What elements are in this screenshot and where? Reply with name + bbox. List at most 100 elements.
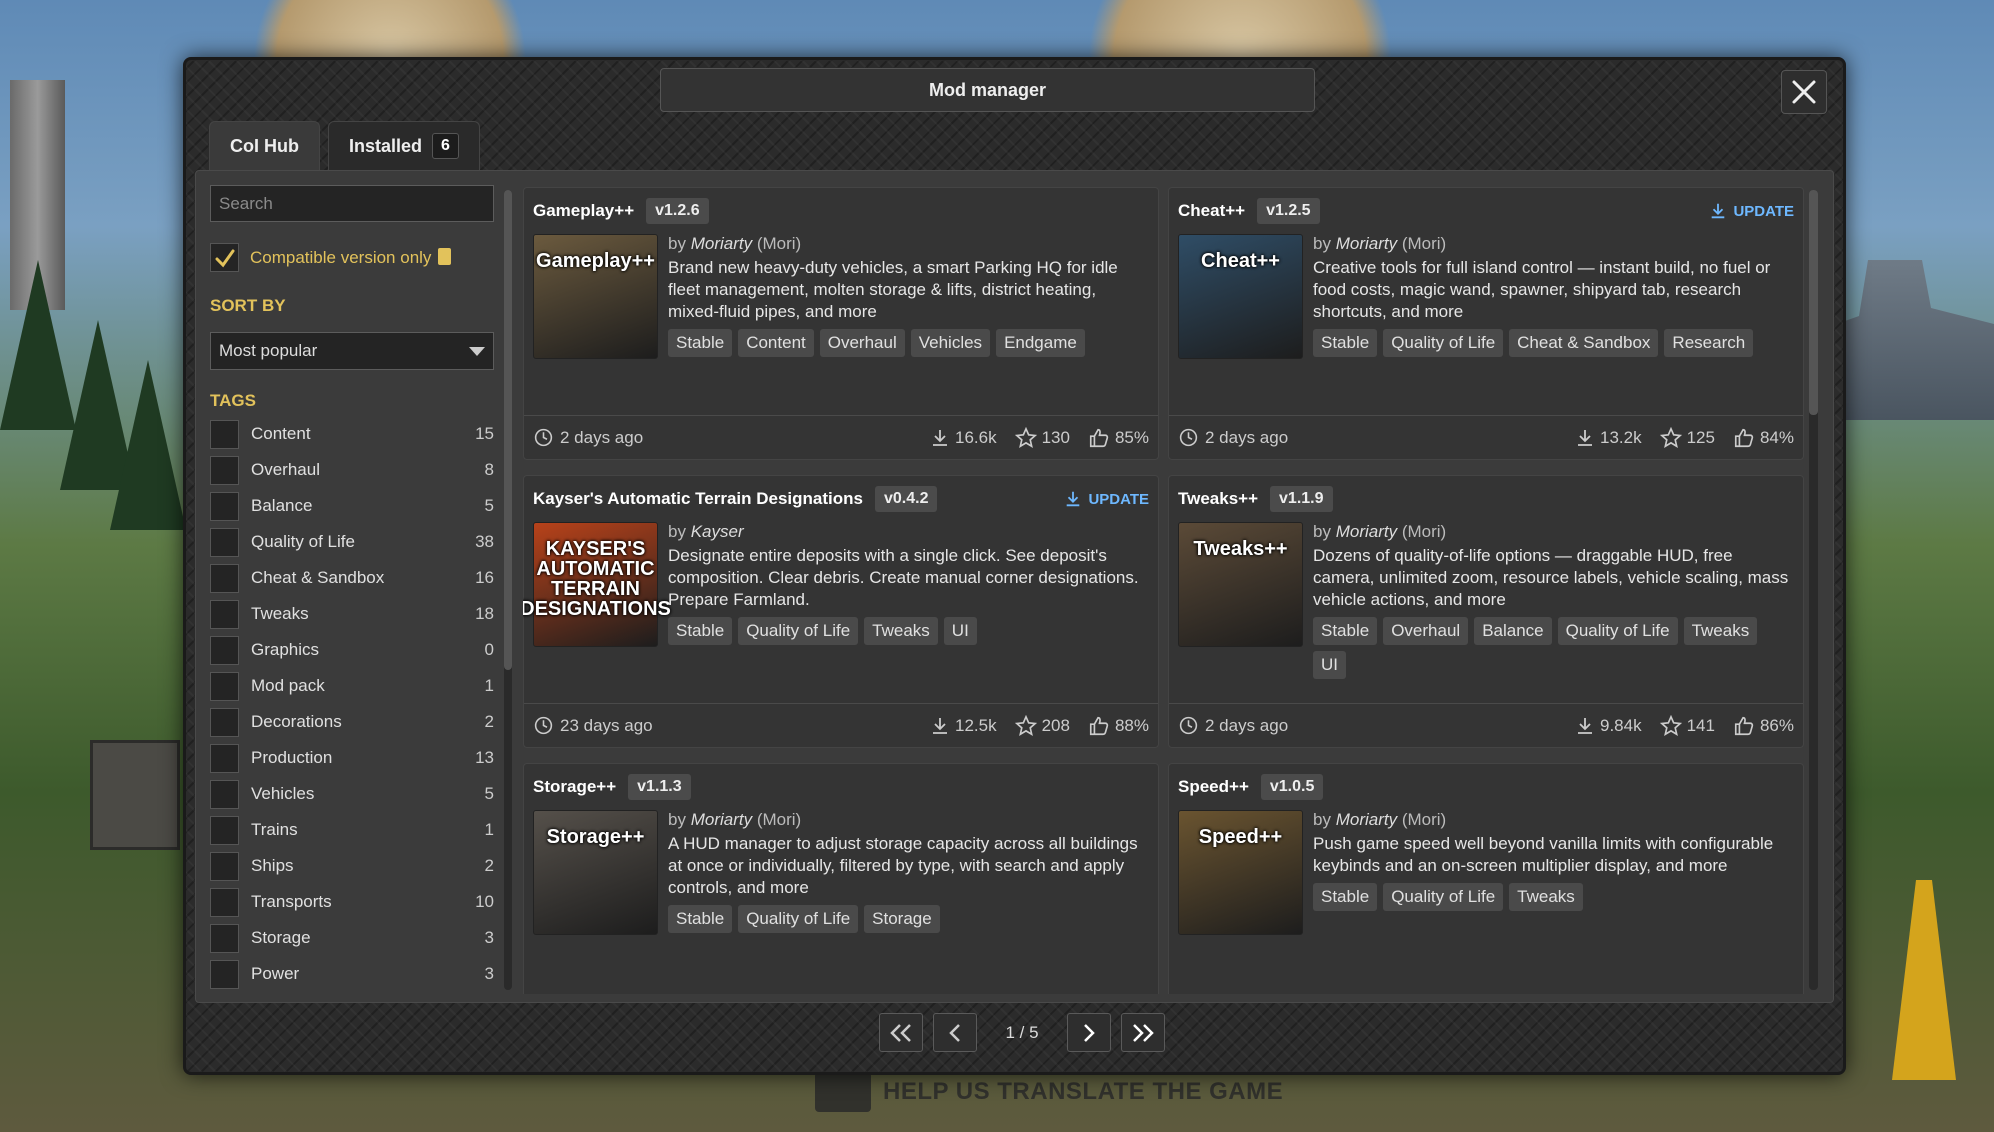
mod-title: Speed++	[1178, 777, 1249, 796]
sort-dropdown[interactable]: Most popular	[210, 332, 494, 370]
mod-info: by Moriarty (Mori) Dozens of quality-of-l…	[1313, 522, 1794, 679]
tag-checkbox[interactable]	[210, 959, 239, 989]
sidebar-scroll-thumb[interactable]	[504, 190, 512, 670]
tag-filter-row[interactable]: Power 3	[210, 956, 494, 992]
mod-tags: Stable Overhaul Balance Quality of Life Twea…	[1313, 617, 1794, 679]
compatible-version-toggle[interactable]: Compatible version only	[210, 243, 452, 272]
next-page-button[interactable]	[1067, 1013, 1111, 1052]
tag-filter-row[interactable]: Content 15	[210, 416, 494, 452]
tag-filter-row[interactable]: Production 13	[210, 740, 494, 776]
mod-stars: 208	[1041, 715, 1070, 735]
mod-tags: Stable Content Overhaul Vehicles Endgame	[668, 329, 1149, 357]
tag-checkbox[interactable]	[210, 599, 239, 629]
tag-checkbox[interactable]	[210, 455, 239, 485]
download-icon	[1578, 429, 1592, 446]
tag-filter-row[interactable]: Graphics 0	[210, 632, 494, 668]
mod-description: A HUD manager to adjust storage capacity…	[668, 834, 1138, 897]
mod-tag-chip: Tweaks	[864, 617, 938, 645]
tab-installed[interactable]: Installed 6	[328, 121, 480, 170]
search-input[interactable]	[210, 185, 494, 222]
mod-tag-chip: Stable	[668, 617, 733, 645]
help-translate-banner[interactable]: HELP US TRANSLATE THE GAME	[815, 1072, 1283, 1112]
mod-card[interactable]: Speed++ v1.0.5 Speed++ by Moriarty (Mori) Pu…	[1168, 763, 1804, 994]
clock-icon	[1179, 716, 1198, 735]
chevron-left-icon	[949, 1023, 960, 1042]
tab-coi-hub[interactable]: CoI Hub	[209, 121, 320, 170]
mod-card[interactable]: Storage++ v1.1.3 Storage++ by Moriarty (Mor…	[523, 763, 1159, 994]
mod-thumbnail-text: Cheat++	[1201, 250, 1280, 272]
cards-scrollbar[interactable]	[1809, 190, 1818, 990]
info-icon[interactable]	[438, 247, 452, 265]
tag-filter-row[interactable]: Decorations 2	[210, 704, 494, 740]
mod-version-badge: v1.1.9	[1270, 486, 1333, 512]
tag-name: Transports	[251, 892, 332, 911]
prev-page-button[interactable]	[933, 1013, 977, 1052]
tag-checkbox[interactable]	[210, 671, 239, 701]
mod-thumbnail-text: Gameplay++	[536, 250, 655, 272]
mod-tag-chip: Stable	[668, 905, 733, 933]
tag-filter-row[interactable]: Trains 1	[210, 812, 494, 848]
mod-author-alias: (Mori)	[756, 234, 802, 253]
tag-checkbox[interactable]	[210, 743, 239, 773]
tag-filter-row[interactable]: Ships 2	[210, 848, 494, 884]
mod-stats: 13.2k 125 84%	[1575, 426, 1794, 449]
tag-filter-row[interactable]: Quality of Life 38	[210, 524, 494, 560]
tag-checkbox[interactable]	[210, 779, 239, 809]
mod-date: 2 days ago	[560, 427, 644, 447]
mod-card[interactable]: Kayser's Automatic Terrain Designations v…	[523, 475, 1159, 748]
tag-filter-row[interactable]: Vehicles 5	[210, 776, 494, 812]
sort-by-label: SORT BY	[210, 296, 286, 315]
tag-filter-row[interactable]: Overhaul 8	[210, 452, 494, 488]
mod-card[interactable]: Tweaks++ v1.1.9 Tweaks++ by Moriarty (Mori)…	[1168, 475, 1804, 748]
mod-stars-stat: 125	[1659, 426, 1715, 449]
tag-checkbox[interactable]	[210, 923, 239, 953]
author-prefix: by	[668, 234, 686, 253]
mod-author-alias: (Mori)	[1401, 810, 1447, 829]
mod-author: Kayser	[690, 522, 744, 541]
tag-filter-row[interactable]: Tweaks 18	[210, 596, 494, 632]
tag-checkbox[interactable]	[210, 563, 239, 593]
mod-version-badge: v1.0.5	[1260, 774, 1324, 800]
mod-card-body: KAYSER'S AUTOMATIC TERRAIN DESIGNATIONS b…	[523, 522, 1158, 647]
tag-checkbox[interactable]	[210, 635, 239, 665]
first-page-button[interactable]	[879, 1013, 923, 1052]
mod-description: Designate entire deposits with a single …	[668, 546, 1139, 609]
tag-checkbox[interactable]	[210, 887, 239, 917]
tag-checkbox[interactable]	[210, 851, 239, 881]
mod-card[interactable]: Cheat++ v1.2.5 UPDATE Cheat++ by Moriarty (M…	[1168, 187, 1804, 460]
sidebar-scrollbar[interactable]	[504, 190, 512, 990]
star-icon	[1014, 714, 1037, 736]
tag-name: Cheat & Sandbox	[251, 568, 385, 587]
cards-scroll-thumb[interactable]	[1809, 190, 1818, 415]
tag-filter-row[interactable]: Storage 3	[210, 920, 494, 956]
tag-checkbox[interactable]	[210, 419, 239, 449]
mod-info: by Moriarty (Mori) Brand new heavy-duty v…	[668, 234, 1149, 359]
mod-tag-chip: Vehicles	[910, 329, 991, 357]
mod-thumbnail: Storage++	[533, 810, 658, 935]
mod-version-badge: v1.1.3	[628, 774, 691, 800]
update-button[interactable]: UPDATE	[1709, 202, 1794, 220]
tag-filter-row[interactable]: Cheat & Sandbox 16	[210, 560, 494, 596]
tag-name: Decorations	[251, 712, 342, 731]
tag-checkbox[interactable]	[210, 815, 239, 845]
tag-filter-row[interactable]: Balance 5	[210, 488, 494, 524]
mod-title: Kayser's Automatic Terrain Designations	[533, 489, 863, 508]
mod-author-alias: (Mori)	[1401, 522, 1447, 541]
mod-thumbnail: KAYSER'S AUTOMATIC TERRAIN DESIGNATIONS	[523, 522, 671, 647]
mod-description: Push game speed well beyond vanilla limi…	[1313, 834, 1774, 875]
update-button[interactable]: UPDATE	[1064, 490, 1149, 508]
tag-filter-row[interactable]: Transports 10	[210, 884, 494, 920]
tag-checkbox[interactable]	[210, 707, 239, 737]
tag-checkbox[interactable]	[210, 527, 239, 557]
tag-filter-row[interactable]: Mod pack 1	[210, 668, 494, 704]
mod-thumbnail-text: Tweaks++	[1193, 538, 1288, 560]
last-page-button[interactable]	[1121, 1013, 1165, 1052]
mod-card[interactable]: Gameplay++ v1.2.6 Gameplay++ by Moriarty (M…	[523, 187, 1159, 460]
close-button[interactable]	[1781, 70, 1827, 114]
bg-tree	[110, 360, 186, 530]
author-prefix: by	[668, 522, 686, 541]
mod-card-footer: 2 days ago 13.2k 125 84%	[1169, 415, 1803, 459]
compatible-checkbox[interactable]	[210, 243, 239, 272]
mod-rating: 85%	[1114, 427, 1149, 447]
tag-checkbox[interactable]	[210, 491, 239, 521]
